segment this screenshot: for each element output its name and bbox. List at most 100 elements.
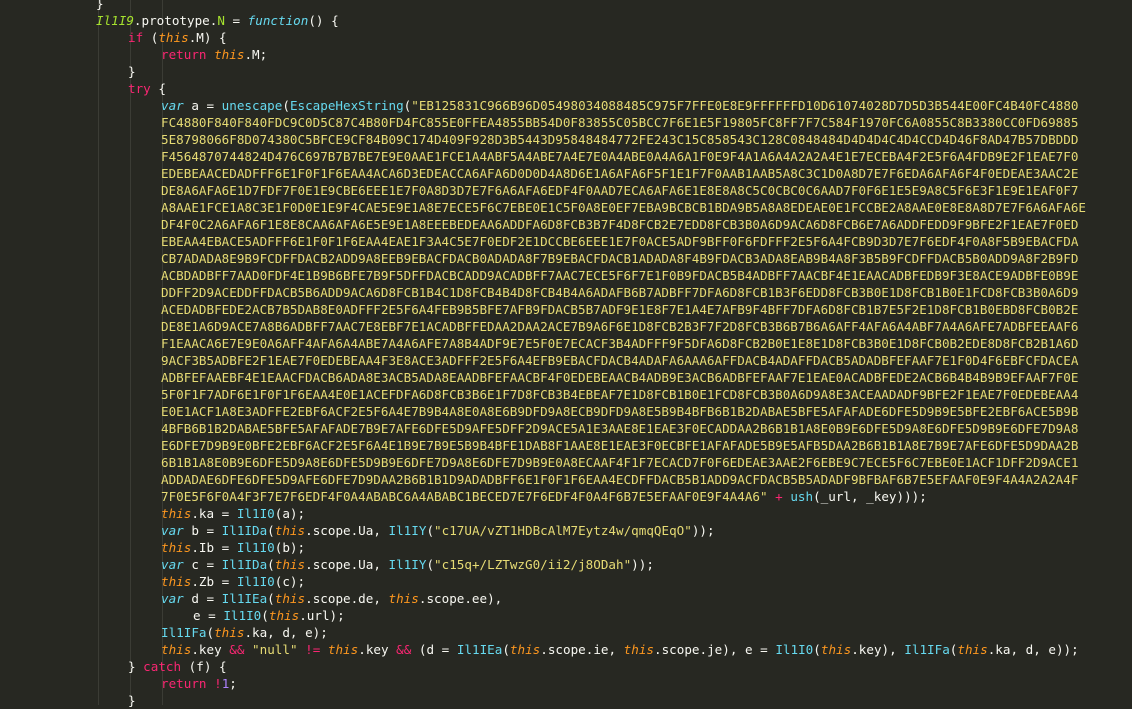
code-token: this xyxy=(274,557,306,572)
code-token: Il1IDa xyxy=(221,557,268,572)
code-line[interactable]: DE8A6AFA6E1D7FDF7F0E1E9CBE6EEE1E7F0A8D3D… xyxy=(161,182,1078,199)
code-line[interactable]: this.ka = Il1I0(a); xyxy=(161,505,305,522)
code-token: ( xyxy=(206,625,215,640)
code-token: (b); xyxy=(274,540,306,555)
code-token: unescape xyxy=(221,98,283,113)
code-token: Il1IEa xyxy=(456,642,503,657)
code-token: .Ib = xyxy=(191,540,237,555)
code-line[interactable]: } catch (f) { xyxy=(128,658,227,675)
code-token: this xyxy=(509,642,541,657)
code-token: this xyxy=(623,642,655,657)
code-line[interactable]: try { xyxy=(128,80,166,97)
code-line[interactable]: 5F0F1F7ADF6E1F0F1F6EAA4E0E1ACEFDFA6D8FCB… xyxy=(161,386,1078,403)
code-token: Il1IEa xyxy=(221,591,268,606)
code-line[interactable]: Il1IFa(this.ka, d, e); xyxy=(161,624,328,641)
code-token: && xyxy=(229,642,245,657)
code-token: .prototype. xyxy=(133,13,218,28)
code-line[interactable]: var c = Il1IDa(this.scope.Ua, Il1IY("c15… xyxy=(161,556,654,573)
code-line[interactable]: return this.M; xyxy=(161,46,267,63)
code-token: ( xyxy=(426,557,435,572)
code-token: ( xyxy=(267,557,275,572)
code-line[interactable]: E6DFE7D9B9E0BFE2EBF6ACF2E5F6A4E1B9E7B9E5… xyxy=(161,437,1078,454)
code-line[interactable]: var b = Il1IDa(this.scope.Ua, Il1IY("c17… xyxy=(161,522,715,539)
code-token: ! xyxy=(214,676,222,691)
code-line[interactable]: F4564870744824D476C697B7B7BE7E9E0AAE1FCE… xyxy=(161,148,1078,165)
code-token: .url); xyxy=(299,608,345,623)
code-line[interactable]: var a = unescape(EscapeHexString("EB1258… xyxy=(161,97,1079,114)
code-line[interactable]: EDEBEAACEDADFFF6E1F0F1F6EAA4ACA6D3EDEACC… xyxy=(161,165,1078,182)
code-token: E0E1ACF1A8E3ADFFE2EBF6ACF2E5F6A4E7B9B4A8… xyxy=(161,404,1079,419)
code-line[interactable]: } xyxy=(128,63,136,80)
code-token: this xyxy=(274,523,306,538)
code-token: { xyxy=(150,81,166,96)
code-line[interactable]: } xyxy=(96,0,104,12)
code-line[interactable]: ACEDADBFEDE2ACB7B5DAB8E0ADFFF2E5F6A4FEB9… xyxy=(161,301,1078,318)
code-line[interactable]: DE8E1A6D9ACE7A8B6ADBFF7AAC7E8EBF7E1ACADB… xyxy=(161,318,1078,335)
code-token: } xyxy=(96,0,104,11)
code-line[interactable]: ADBFEFAAEBF4E1EAACFDACB6ADA8E3ACB5ADA8EA… xyxy=(161,369,1078,386)
code-line[interactable]: CB7ADADA8E9B9FCDFFDACB2ADD9A8EEB9EBACFDA… xyxy=(161,250,1078,267)
code-token: 7F0E5F6F0A4F3F7E7F6EDF4F0A4ABABC6A4ABABC… xyxy=(161,489,768,504)
code-token: DE8A6AFA6E1D7FDF7F0E1E9CBE6EEE1E7F0A8D3D… xyxy=(161,183,1079,198)
code-token: Il1IFa xyxy=(161,625,207,640)
code-line[interactable]: EBEAA4EBACE5ADFFF6E1F0F1F6EAA4EAE1F3A4C5… xyxy=(161,233,1078,250)
code-line[interactable]: DDFF2D9ACEDDFFDACB5B6ADD9ACA6D8FCB1B4C1D… xyxy=(161,284,1078,301)
code-editor[interactable]: } Il1I9.prototype.N = function() {if (thi… xyxy=(0,0,1132,708)
code-token: this xyxy=(161,506,192,521)
code-line[interactable]: DF4F0C2A6AFA6F1E8E8CAA6AFA6E5E9E1A8EEEBE… xyxy=(161,216,1078,233)
code-token: ( xyxy=(267,591,275,606)
code-line[interactable]: 6B1B1A8E0B9E6DFE5D9A8E6DFE5D9B9E6DFE7D9A… xyxy=(161,454,1078,471)
code-token: EBEAA4EBACE5ADFFF6E1F0F1F6EAA4EAE1F3A4C5… xyxy=(161,234,1079,249)
code-token: DDFF2D9ACEDDFFDACB5B6ADD9ACA6D8FCB1B4C1D… xyxy=(161,285,1079,300)
code-line[interactable]: e = Il1I0(this.url); xyxy=(193,607,345,624)
code-token: FC4880F840F840FDC9C0D5C87C4B80FD4FC855E0… xyxy=(161,115,1079,130)
code-token: this xyxy=(820,642,852,657)
code-line[interactable]: this.Ib = Il1I0(b); xyxy=(161,539,305,556)
code-token: 9ACF3B5ADBFE2F1EAE7F0EDEBEAA4F3E8ACE3ADF… xyxy=(161,353,1079,368)
code-token: Il1IY xyxy=(388,557,427,572)
code-line[interactable]: } xyxy=(128,692,136,709)
code-line[interactable]: 4BFB6B1B2DABAE5BFE5AFAFADE7B9E7AFE6DFE5D… xyxy=(161,420,1078,437)
code-token: } xyxy=(128,693,136,708)
code-token: 4BFB6B1B2DABAE5BFE5AFAFADE7B9E7AFE6DFE5D… xyxy=(161,421,1079,436)
code-token: .ka = xyxy=(191,506,237,521)
code-token: } xyxy=(128,64,136,79)
code-token: N xyxy=(217,13,225,28)
code-line[interactable]: A8AAE1FCE1A8C3E1F0D0E1E9F4CAE5E9E1A8E7EC… xyxy=(161,199,1086,216)
code-token: + xyxy=(767,489,791,504)
code-line[interactable]: return !1; xyxy=(161,675,237,692)
code-line[interactable]: this.Zb = Il1I0(c); xyxy=(161,573,305,590)
code-line[interactable]: var d = Il1IEa(this.scope.de, this.scope… xyxy=(161,590,502,607)
code-line[interactable]: F1EAACA6E7E9E0A6AFF4AFA6A4ABE7A4A6AFE7A8… xyxy=(161,335,1078,352)
code-token: .scope.ie, xyxy=(540,642,624,657)
code-token: Il1I0 xyxy=(236,540,275,555)
code-token: Il1I0 xyxy=(775,642,814,657)
code-token: var xyxy=(161,591,184,606)
code-token: ADDADAE6DFE6DFE5D9AFE6DFE7D9DAA2B6B1B1D9… xyxy=(161,472,1079,487)
code-token: } xyxy=(128,659,144,674)
code-line[interactable]: Il1I9.prototype.N = function() { xyxy=(96,12,339,29)
code-line[interactable]: 7F0E5F6F0A4F3F7E7F6EDF4F0A4ABABC6A4ABABC… xyxy=(161,488,927,505)
code-line[interactable]: ACBDADBFF7AAD0FDF4E1B9B6BFE7B9F5DFFDACBC… xyxy=(161,267,1078,284)
code-line[interactable]: E0E1ACF1A8E3ADFFE2EBF6ACF2E5F6A4E7B9B4A8… xyxy=(161,403,1078,420)
code-line[interactable]: 5E8798066F8D074380C5BFCE9CF84B09C174D409… xyxy=(161,131,1078,148)
code-token: (f) { xyxy=(181,659,227,674)
code-line[interactable]: 9ACF3B5ADBFE2F1EAE7F0EDEBEAA4F3E8ACE3ADF… xyxy=(161,352,1078,369)
code-token: .ka, d, e); xyxy=(244,625,328,640)
code-token: "EB125831C966B96D05498034088485C975F7FFE… xyxy=(411,98,1079,113)
code-token: return xyxy=(161,47,207,62)
code-token: catch xyxy=(143,659,182,674)
code-line[interactable]: this.key && "null" != this.key && (d = I… xyxy=(161,641,1079,658)
code-token: Il1I0 xyxy=(223,608,262,623)
code-token: (c); xyxy=(274,574,306,589)
code-line[interactable]: if (this.M) { xyxy=(128,29,227,46)
code-token: 6B1B1A8E0B9E6DFE5D9A8E6DFE5D9B9E6DFE7D9A… xyxy=(161,455,1079,470)
code-line[interactable]: FC4880F840F840FDC9C0D5C87C4B80FD4FC855E0… xyxy=(161,114,1078,131)
code-token: Il1I9 xyxy=(96,13,134,28)
code-token: .Zb = xyxy=(191,574,237,589)
code-token: c = xyxy=(183,557,222,572)
code-token: "c15q+/LZTwzG0/ii2/j8ODah" xyxy=(434,557,632,572)
code-line[interactable]: ADDADAE6DFE6DFE5D9AFE6DFE7D9DAA2B6B1B1D9… xyxy=(161,471,1078,488)
